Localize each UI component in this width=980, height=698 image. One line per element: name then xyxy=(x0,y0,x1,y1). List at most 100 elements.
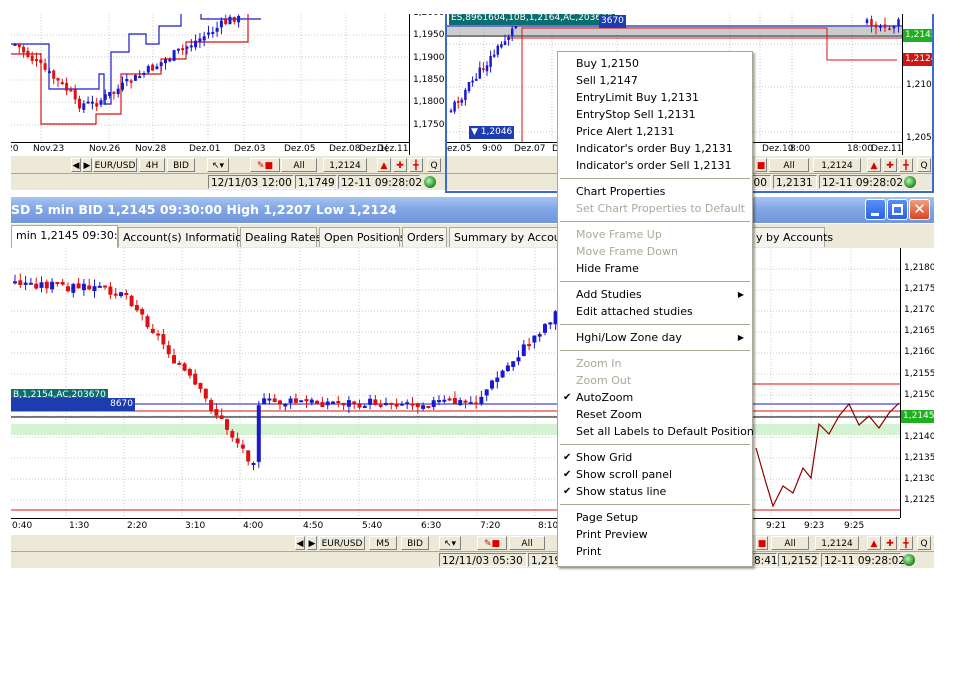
tl-candle xyxy=(39,59,43,64)
order-tag-main-short[interactable]: 8670 xyxy=(11,398,135,411)
zoom-button[interactable]: ✚ xyxy=(393,158,407,172)
all-button[interactable]: All xyxy=(281,158,317,172)
menu-item-set-all-labels-to-default-position[interactable]: Set all Labels to Default Position xyxy=(558,423,754,440)
all-button-2[interactable]: All xyxy=(769,158,809,172)
main-chart[interactable]: B,1,2154,AC,203670 8670 1,2180 1,2175 1,21… xyxy=(11,248,934,534)
tab-accounts-info[interactable]: Account(s) Information xyxy=(118,227,249,247)
price-field[interactable]: 1,2124 xyxy=(323,158,367,172)
tr2-candle xyxy=(865,19,869,24)
tr-candle xyxy=(489,56,492,67)
mc-candle xyxy=(209,400,214,411)
menu-item-label: Zoom In xyxy=(576,357,622,370)
menu-item-show-scroll-panel[interactable]: ✔ Show scroll panel xyxy=(558,466,752,483)
main-all-button-r[interactable]: All xyxy=(771,536,809,550)
menu-item-label: Set all Labels to Default Position xyxy=(576,425,754,438)
main-symbol-button[interactable]: EUR/USD xyxy=(319,536,365,550)
mc-time-tick: 6:30 xyxy=(421,521,442,531)
menu-item-sell-1-2147[interactable]: Sell 1,2147 xyxy=(558,72,752,89)
menu-item-entrystop-sell-1-2131[interactable]: EntryStop Sell 1,2131 xyxy=(558,106,752,123)
tr-candle xyxy=(514,26,518,29)
price-field-2[interactable]: 1,2124 xyxy=(813,158,861,172)
main-draw-tool-button-r[interactable]: ■ xyxy=(756,536,768,550)
main-period-button[interactable]: M5 xyxy=(369,536,397,550)
tl-upper-band xyxy=(11,14,261,105)
menu-item-page-setup[interactable]: Page Setup xyxy=(558,509,752,526)
checkmark-icon: ✔ xyxy=(563,452,572,463)
top-left-chart[interactable]: 1,2000 1,1950 1,1900 1,1850 1,1800 1,1750 20 N… xyxy=(11,14,445,155)
close-button[interactable]: ✕ xyxy=(909,199,930,220)
order-tag[interactable]: ES,8961604,10B,1,2164,AC,203670 xyxy=(449,14,615,25)
top-left-status-bar: 12/11/03 12:00 1,1749 12-11 09:28:02 xyxy=(11,173,445,190)
checkmark-icon: ✔ xyxy=(563,486,572,497)
tl-candle xyxy=(228,16,232,25)
search-icon-2[interactable]: Q xyxy=(917,158,931,172)
tl-candle xyxy=(237,16,241,23)
menu-item-buy-1-2150[interactable]: Buy 1,2150 xyxy=(558,55,752,72)
main-cursor-tool-button[interactable]: ↖▾ xyxy=(439,536,461,550)
symbol-button[interactable]: EUR/USD xyxy=(93,158,137,172)
cursor-tool-button[interactable]: ↖▾ xyxy=(207,158,229,172)
zoom-button-2[interactable]: ✚ xyxy=(883,158,897,172)
main-grid-button[interactable]: ╋ xyxy=(899,536,913,550)
menu-item-autozoom[interactable]: ✔ AutoZoom xyxy=(558,389,752,406)
crosshair-button-2[interactable]: ▲ xyxy=(867,158,881,172)
main-all-button[interactable]: All xyxy=(509,536,545,550)
top-left-candles[interactable] xyxy=(11,14,445,155)
main-side-button[interactable]: BID xyxy=(401,536,429,550)
mc-candle xyxy=(495,377,500,382)
menu-item-indicator-s-order-buy-1-2131[interactable]: Indicator's order Buy 1,2131 xyxy=(558,140,752,157)
maximize-button[interactable] xyxy=(887,199,908,220)
order-tag-short[interactable]: 3670 xyxy=(599,15,626,28)
menu-item-hghi-low-zone-day[interactable]: Hghi/Low Zone day ▶ xyxy=(558,329,752,346)
mc-candle xyxy=(44,281,49,289)
main-scroll-left-button[interactable]: ◀ xyxy=(295,536,305,550)
tab-orders[interactable]: Orders xyxy=(402,227,447,247)
tr-date-tick: 9:00 xyxy=(482,144,503,154)
mc-candle xyxy=(346,400,351,407)
menu-item-show-grid[interactable]: ✔ Show Grid xyxy=(558,449,752,466)
draw-tool-button[interactable]: ✎■ xyxy=(250,158,280,172)
grid-button-2[interactable]: ╋ xyxy=(899,158,913,172)
scroll-right-button[interactable]: ▶ xyxy=(82,158,92,172)
menu-item-price-alert-1-2131[interactable]: Price Alert 1,2131 xyxy=(558,123,752,140)
main-price-field[interactable]: 1,2124 xyxy=(815,536,859,550)
mc-price-tick: 1,2165 xyxy=(904,326,934,337)
status-value-2: 1,2131 xyxy=(773,175,817,189)
period-button[interactable]: 4H xyxy=(139,158,165,172)
main-crosshair-button[interactable]: ▲ xyxy=(867,536,881,550)
menu-item-print-preview[interactable]: Print Preview xyxy=(558,526,752,543)
tab-summary-by-account[interactable]: Summary by Account xyxy=(449,227,572,247)
tl-candle xyxy=(198,38,202,42)
mc-candle xyxy=(119,292,123,297)
grid-button[interactable]: ╋ xyxy=(409,158,423,172)
menu-item-print[interactable]: Print xyxy=(558,543,752,560)
main-window-titlebar[interactable]: SD 5 min BID 1,2145 09:30:00 High 1,2207… xyxy=(11,197,934,223)
search-icon[interactable]: Q xyxy=(427,158,441,172)
tr-date-tick: Dez.11 xyxy=(871,144,903,154)
tl-candle xyxy=(142,73,146,76)
scroll-left-button[interactable]: ◀ xyxy=(71,158,81,172)
tab-summary-by-accounts[interactable]: y by Accounts xyxy=(751,227,833,247)
menu-item-chart-properties[interactable]: Chart Properties xyxy=(558,183,752,200)
main-scroll-right-button[interactable]: ▶ xyxy=(307,536,317,550)
draw-tool-button-2[interactable]: ■ xyxy=(755,158,767,172)
connection-globe-icon-2 xyxy=(904,176,916,188)
main-draw-tool-button[interactable]: ✎■ xyxy=(477,536,507,550)
menu-item-show-status-line[interactable]: ✔ Show status line xyxy=(558,483,752,500)
crosshair-button[interactable]: ▲ xyxy=(377,158,391,172)
menu-item-add-studies[interactable]: Add Studies ▶ xyxy=(558,286,752,303)
menu-item-reset-zoom[interactable]: Reset Zoom xyxy=(558,406,752,423)
menu-item-hide-frame[interactable]: Hide Frame xyxy=(558,260,752,277)
minimize-button[interactable] xyxy=(865,199,886,220)
tab-open-positions[interactable]: Open Positions xyxy=(319,227,405,247)
main-chart-candles[interactable] xyxy=(11,248,934,534)
tab-dealing-rates[interactable]: Dealing Rates xyxy=(240,227,322,247)
main-search-icon[interactable]: Q xyxy=(917,536,931,550)
menu-item-entrylimit-buy-1-2131[interactable]: EntryLimit Buy 1,2131 xyxy=(558,89,752,106)
side-button[interactable]: BID xyxy=(167,158,195,172)
arrow-price-tag[interactable]: ▼ 1,2046 xyxy=(469,126,515,139)
main-zoom-button[interactable]: ✚ xyxy=(883,536,897,550)
menu-item-edit-attached-studies[interactable]: Edit attached studies xyxy=(558,303,752,320)
menu-item-indicator-s-order-sell-1-2131[interactable]: Indicator's order Sell 1,2131 xyxy=(558,157,752,174)
tab-chart[interactable]: min 1,2145 09:30:00 xyxy=(11,225,132,248)
